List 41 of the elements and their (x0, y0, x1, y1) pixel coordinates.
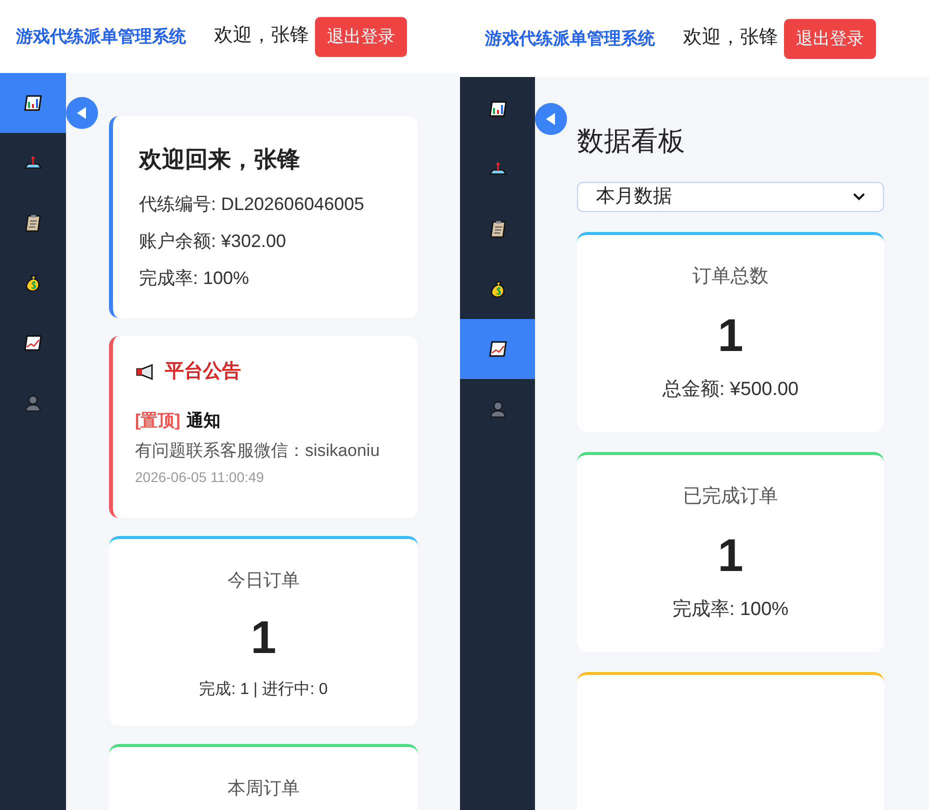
stat-detail: 完成率: 100% (672, 598, 789, 622)
account-info-text: 完成率: 100% (139, 266, 250, 290)
logout-button[interactable]: 退出登录 (315, 16, 407, 56)
stat-detail: 完成: 1 | 进行中: 0 (199, 680, 328, 700)
bar-chart-icon (488, 99, 508, 119)
account-info-text: 账户余额: ¥302.00 (139, 230, 288, 252)
stat-label: 本周订单 (228, 777, 300, 800)
stat-label: 今日订单 (228, 569, 300, 592)
bar-chart-icon (23, 93, 43, 113)
greeting-text: 欢迎，张锋 (683, 26, 778, 50)
notice-heading: 平台公告 (165, 360, 241, 384)
stat-label: 订单总数 (692, 265, 768, 289)
chevron-down-icon (853, 192, 865, 201)
caret-left-icon (77, 107, 87, 119)
page-title: 数据看板 (577, 125, 686, 158)
notice-time: 2026-06-05 11:00:49 (135, 468, 265, 487)
greeting-text: 欢迎，张锋 (214, 24, 309, 48)
stat-value: 1 (250, 614, 276, 660)
user-icon (488, 399, 508, 419)
period-select[interactable]: 本月数据 (577, 182, 884, 212)
app-title: 游戏代练派单管理系统 (485, 28, 655, 50)
stat-value: 1 (718, 532, 744, 578)
stat-detail: 总金额: ¥500.00 (662, 378, 799, 402)
collapse-toggle[interactable] (66, 97, 98, 129)
stat-value: 1 (718, 312, 744, 358)
app-title: 游戏代练派单管理系统 (16, 26, 186, 48)
logout-button[interactable]: 退出登录 (784, 18, 876, 58)
notice-title: 通知 (186, 410, 220, 432)
caret-left-icon (546, 113, 556, 125)
line-chart-icon (488, 339, 508, 359)
welcome-title: 欢迎回来，张锋 (139, 145, 301, 174)
clipboard-icon (488, 219, 508, 239)
account-info-text: 代练编号: DL202606046005 (139, 192, 366, 216)
pinned-tag: [置顶] (135, 408, 180, 434)
notice-body: 有问题联系客服微信：sisikaoniu (135, 440, 381, 462)
sidebar-item[interactable] (0, 73, 66, 133)
line-chart-icon (23, 333, 43, 353)
stat-label: 已完成订单 (683, 485, 778, 509)
clipboard-icon (23, 213, 43, 233)
user-icon (23, 393, 43, 413)
collapse-toggle[interactable] (535, 103, 567, 135)
